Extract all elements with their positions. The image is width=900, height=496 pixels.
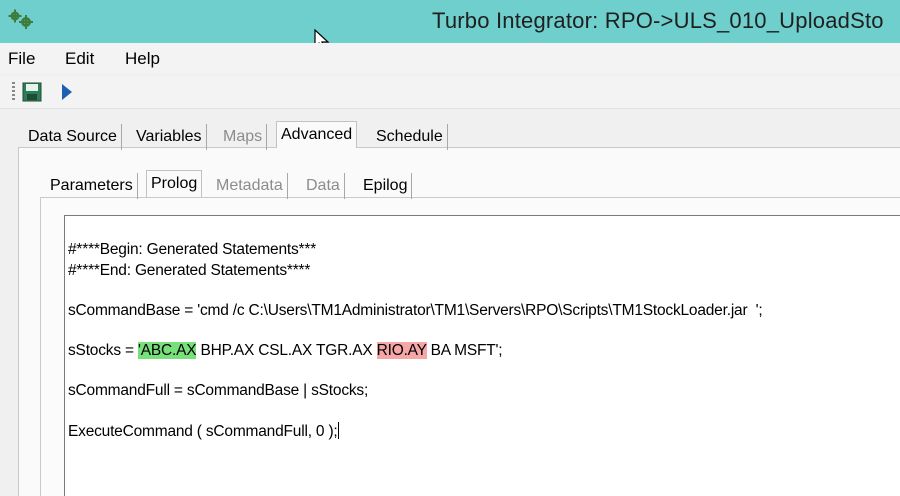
menu-edit[interactable]: Edit: [65, 49, 94, 69]
code-line-command-full[interactable]: sCommandFull = sCommandBase | sStocks;: [68, 382, 368, 400]
tab-schedule[interactable]: Schedule: [372, 124, 448, 150]
toolbar-grip[interactable]: [12, 82, 15, 102]
code-line-end-comment[interactable]: #****End: Generated Statements****: [68, 262, 310, 280]
code-line-command-base[interactable]: sCommandBase = 'cmd /c C:\Users\TM1Admin…: [68, 302, 763, 320]
highlight-red-selection[interactable]: RIO.AY: [376, 342, 427, 359]
tab-parameters[interactable]: Parameters: [46, 173, 138, 199]
text-caret: [337, 422, 339, 439]
tab-prolog[interactable]: Prolog: [146, 170, 203, 197]
code-stocks-prefix: sStocks =: [68, 342, 138, 359]
save-icon[interactable]: [22, 82, 42, 102]
code-execute-text: ExecuteCommand ( sCommandFull, 0 );: [68, 423, 338, 440]
tab-advanced[interactable]: Advanced: [276, 121, 358, 148]
window-title: Turbo Integrator: RPO->ULS_010_UploadSto: [432, 8, 884, 33]
tab-data-source[interactable]: Data Source: [24, 124, 122, 150]
code-line-begin-comment[interactable]: #****Begin: Generated Statements***: [68, 241, 316, 259]
toolbar: [0, 76, 900, 109]
tab-variables[interactable]: Variables: [132, 124, 207, 150]
menu-file[interactable]: File: [8, 49, 35, 69]
tab-metadata[interactable]: Metadata: [212, 173, 288, 199]
tab-epilog[interactable]: Epilog: [359, 173, 413, 199]
code-stocks-middle: BHP.AX CSL.AX TGR.AX: [196, 342, 377, 359]
code-line-execute[interactable]: ExecuteCommand ( sCommandFull, 0 );: [68, 422, 339, 441]
tab-data[interactable]: Data: [302, 173, 345, 199]
tab-maps[interactable]: Maps: [219, 124, 268, 150]
gears-icon[interactable]: [8, 9, 34, 29]
highlight-green-selection[interactable]: 'ABC.AX: [137, 342, 197, 359]
menu-help[interactable]: Help: [125, 49, 160, 69]
run-icon[interactable]: [60, 82, 74, 102]
title-bar[interactable]: Turbo Integrator: RPO->ULS_010_UploadSto: [0, 0, 900, 51]
code-stocks-suffix: BA MSFT';: [426, 342, 503, 359]
code-line-stocks[interactable]: sStocks = 'ABC.AX BHP.AX CSL.AX TGR.AX R…: [68, 342, 503, 360]
menu-bar: File Edit Help: [0, 43, 900, 74]
